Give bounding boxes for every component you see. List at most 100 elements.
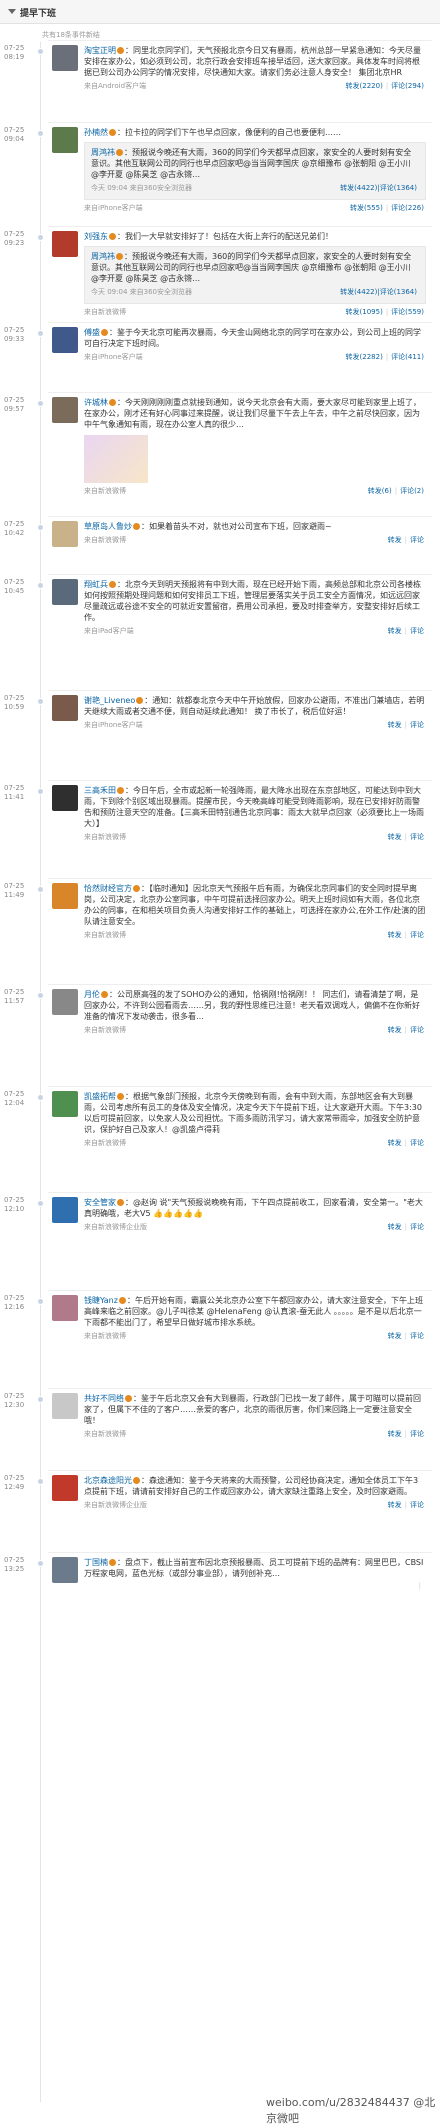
- avatar[interactable]: [52, 785, 78, 811]
- forward-link[interactable]: 转发: [388, 833, 402, 841]
- post-meta: 来自新浪微博 转发 | 评论: [84, 1138, 432, 1150]
- collapse-triangle-icon[interactable]: [8, 9, 16, 14]
- avatar[interactable]: [52, 45, 78, 71]
- post-date: 07-25: [4, 396, 25, 404]
- avatar[interactable]: [52, 579, 78, 605]
- avatar[interactable]: [52, 1475, 78, 1501]
- avatar[interactable]: [52, 521, 78, 547]
- avatar[interactable]: [52, 231, 78, 257]
- forward-link[interactable]: 转发(4422): [340, 184, 377, 192]
- post-card: 孙楠然 ：拉卡拉的同学们下午也早点回家，像便利的自己也要便利…… 周鸿祎 ：预报说今晚…: [48, 122, 432, 215]
- quoted-author-name[interactable]: 周鸿祎: [91, 148, 115, 157]
- comment-link[interactable]: 评论: [410, 1223, 424, 1231]
- forward-link[interactable]: 转发: [388, 1139, 402, 1147]
- timeline-dot: [37, 1200, 44, 1207]
- separator: |: [404, 1139, 407, 1147]
- post-actions: 转发 | 评论: [388, 930, 424, 940]
- post-body: 钱睫Yanz ：午后开始有雨，霸赢公关北京办公室下午都回家办公，请大家注意安全，下…: [84, 1295, 432, 1328]
- forward-link[interactable]: 转发: [388, 931, 402, 939]
- forward-link[interactable]: 转发: [388, 1501, 402, 1509]
- comment-link[interactable]: 评论(294): [391, 82, 424, 90]
- comment-link[interactable]: 评论(559): [391, 308, 424, 316]
- avatar[interactable]: [52, 1091, 78, 1117]
- forward-link[interactable]: 转发(2220): [346, 82, 383, 90]
- comment-link[interactable]: 评论: [410, 1430, 424, 1438]
- post-card: 凯盛拓帮 ：根据气象部门预报，北京今天傍晚到有雨，会有中到大雨，东部地区会有大到暴…: [48, 1086, 432, 1150]
- avatar[interactable]: [52, 989, 78, 1015]
- post-source: 来自新浪微博: [84, 1332, 126, 1340]
- author-name[interactable]: 傅盛: [84, 328, 100, 337]
- post-source: 来自iPhone客户端: [84, 204, 143, 212]
- comment-link[interactable]: 评论: [410, 1139, 424, 1147]
- forward-link[interactable]: 转发(1095): [346, 308, 383, 316]
- avatar[interactable]: [52, 1295, 78, 1321]
- author-name[interactable]: 淘宝正明: [84, 46, 116, 55]
- post-text: ：盘点下，截止当前宣布因北京预报暴雨、员工可提前下班的品牌有：网里巴巴，CBSI…: [84, 1558, 424, 1578]
- avatar[interactable]: [52, 883, 78, 909]
- forward-link[interactable]: 转发: [388, 1223, 402, 1231]
- avatar[interactable]: [52, 327, 78, 353]
- comment-link[interactable]: 评论: [410, 931, 424, 939]
- comment-link[interactable]: 评论(226): [391, 204, 424, 212]
- comment-link[interactable]: 评论: [410, 627, 424, 635]
- author-name[interactable]: 孙楠然: [84, 128, 108, 137]
- author-name[interactable]: 翔虹兵: [84, 580, 108, 589]
- forward-link[interactable]: 转发: [388, 1332, 402, 1340]
- avatar[interactable]: [52, 1197, 78, 1223]
- avatar[interactable]: [52, 397, 78, 423]
- timeline-dot: [37, 330, 44, 337]
- author-name[interactable]: 三高禾田: [84, 786, 116, 795]
- comment-link[interactable]: 评论: [410, 1026, 424, 1034]
- comment-link[interactable]: 评论(2): [400, 487, 424, 495]
- author-name[interactable]: 凯盛拓帮: [84, 1092, 116, 1101]
- forward-link[interactable]: 转发(555): [350, 204, 383, 212]
- header-bar: 提早下班: [0, 0, 440, 24]
- author-name[interactable]: 北京森途阳光: [84, 1476, 132, 1485]
- verified-badge-icon: [109, 1559, 116, 1566]
- avatar[interactable]: [52, 127, 78, 153]
- author-name[interactable]: 草原岛人鲁炒: [84, 522, 132, 531]
- comment-link[interactable]: 评论: [410, 1332, 424, 1340]
- comment-link[interactable]: 评论(1364): [380, 184, 417, 192]
- author-name[interactable]: 恰然财经官方: [84, 884, 132, 893]
- author-name[interactable]: 许城林: [84, 398, 108, 407]
- avatar[interactable]: [52, 695, 78, 721]
- forward-link[interactable]: 转发: [388, 627, 402, 635]
- quoted-author-name[interactable]: 周鸿祎: [91, 252, 115, 261]
- post-meta: 来自iPhone客户端 转发 | 评论: [84, 720, 432, 732]
- comment-link[interactable]: 评论: [410, 536, 424, 544]
- forward-link[interactable]: 转发(4422): [340, 288, 377, 296]
- post-body: 凯盛拓帮 ：根据气象部门预报，北京今天傍晚到有雨，会有中到大雨，东部地区会有大到暴…: [84, 1091, 432, 1135]
- avatar[interactable]: [52, 1557, 78, 1583]
- forward-link[interactable]: 转发: [388, 721, 402, 729]
- post-card: 淘宝正明 ：同里北京同学们，天气预报北京今日又有暴雨，杭州总部一早紧急通知：今天尽…: [48, 40, 432, 93]
- author-name[interactable]: 谢艳_Liveneo: [84, 696, 135, 705]
- post-card: 安全管家 ：@赵询 说"天气预报说晚晚有雨，下午四点提前收工，回家看清，安全第一。…: [48, 1192, 432, 1234]
- post-thumbnail[interactable]: [84, 435, 148, 483]
- author-name[interactable]: 刘强东: [84, 232, 108, 241]
- avatar[interactable]: [52, 1393, 78, 1419]
- forward-link[interactable]: 转发: [388, 536, 402, 544]
- separator: |: [385, 204, 389, 212]
- author-name[interactable]: 月伦: [84, 990, 100, 999]
- forward-link[interactable]: 转发: [388, 1026, 402, 1034]
- post-actions: 转发 | 评论: [388, 535, 424, 545]
- author-name[interactable]: 钱睫Yanz: [84, 1296, 118, 1305]
- forward-link[interactable]: 转发(6): [368, 487, 392, 495]
- quoted-source: 来自360安全浏览器: [129, 288, 193, 296]
- forward-link[interactable]: 转发(2282): [346, 353, 383, 361]
- post-clock: 10:45: [4, 587, 25, 595]
- comment-link[interactable]: 评论(411): [391, 353, 424, 361]
- comment-link[interactable]: 评论: [410, 721, 424, 729]
- verified-badge-icon: [136, 697, 144, 704]
- quoted-text: ：预报说今晚还有大雨，360的同学们今天都早点回家，家安全的人要时刻有安全意识。…: [91, 148, 412, 179]
- comment-link[interactable]: 评论: [410, 1501, 424, 1509]
- author-name[interactable]: 丁国楠: [84, 1558, 108, 1567]
- author-name[interactable]: 安全管家: [84, 1198, 116, 1207]
- author-name[interactable]: 共好不同络: [84, 1394, 124, 1403]
- forward-link[interactable]: 转发: [388, 1430, 402, 1438]
- comment-link[interactable]: 评论: [410, 833, 424, 841]
- post-meta: 来自新浪微博 转发(6) | 评论(2): [84, 486, 432, 498]
- post-time: 07-25 12:04: [4, 1090, 34, 1108]
- comment-link[interactable]: 评论(1364): [380, 288, 417, 296]
